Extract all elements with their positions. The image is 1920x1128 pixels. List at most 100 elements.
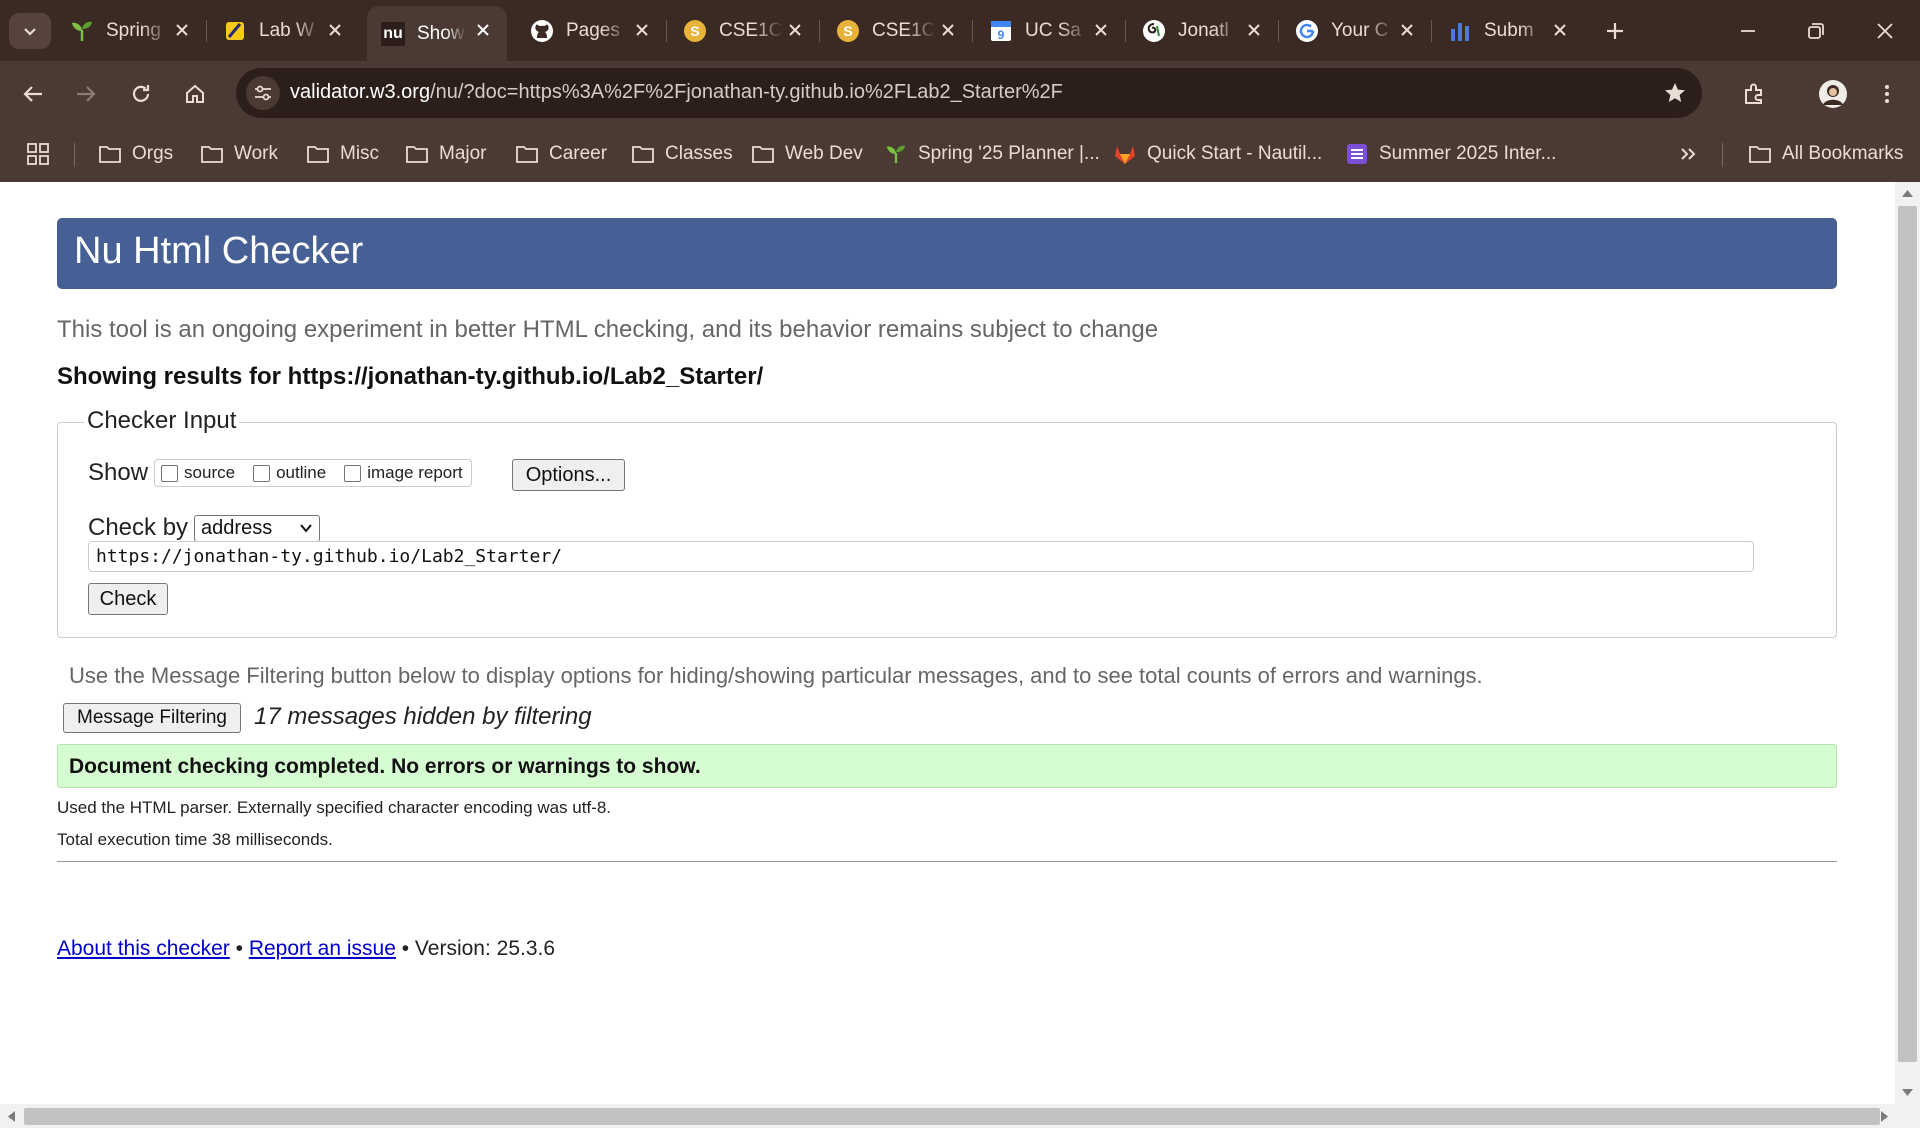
all-bookmarks-label: All Bookmarks [1782,143,1904,164]
page-title: Nu Html Checker [74,230,364,272]
tab-search-button[interactable] [9,13,51,49]
tab-your[interactable]: Your C [1281,6,1432,55]
extensions-button[interactable] [1737,77,1771,111]
check-by-select[interactable]: address [194,514,321,542]
bookmarks-overflow-button[interactable] [1678,137,1698,171]
bookmark-spring-planner[interactable]: Spring '25 Planner |... [884,137,1100,171]
scroll-up-icon[interactable] [1901,188,1914,198]
close-icon[interactable] [632,20,652,40]
folder-icon [515,143,539,165]
close-icon[interactable] [473,20,493,40]
bookmark-label: Work [234,143,278,164]
close-icon[interactable] [1244,20,1264,40]
all-bookmarks-button[interactable]: All Bookmarks [1748,137,1903,171]
tab-subm[interactable]: Subm [1434,6,1584,55]
coin-s-icon: S [683,19,707,43]
report-issue-link[interactable]: Report an issue [249,937,396,960]
folder-icon [98,143,122,165]
apps-button[interactable] [26,137,50,171]
tab-title: Spring [106,19,161,41]
results-heading: Showing results for https://jonathan-ty.… [57,363,764,390]
bookmark-folder-career[interactable]: Career [515,137,607,171]
tune-icon [255,85,271,101]
bookmark-folder-work[interactable]: Work [200,137,278,171]
close-icon[interactable] [1550,20,1570,40]
vertical-scrollbar[interactable] [1895,182,1920,1104]
folder-icon [1748,143,1772,165]
checkbox-label: image report [367,463,463,482]
tab-show-active[interactable]: nu Show [367,6,507,61]
tab-title: Your C [1331,19,1389,41]
vertical-scroll-thumb[interactable] [1898,206,1917,1062]
checkbox-label: outline [276,463,327,482]
bookmark-folder-orgs[interactable]: Orgs [98,137,173,171]
check-button[interactable]: Check [88,583,168,615]
new-tab-button[interactable] [1600,16,1630,46]
plus-icon [1607,23,1623,39]
bookmark-folder-web-dev[interactable]: Web Dev [751,137,863,171]
image-report-checkbox[interactable]: image report [344,463,463,483]
close-icon[interactable] [785,20,805,40]
bookmark-summer-2025[interactable]: Summer 2025 Inter... [1345,137,1556,171]
about-link[interactable]: About this checker [57,937,230,960]
home-button[interactable] [178,77,212,111]
horizontal-scroll-thumb[interactable] [24,1108,1880,1125]
options-button[interactable]: Options... [512,459,625,491]
bookmark-label: Major [439,143,487,164]
tab-lab[interactable]: Lab W [209,6,359,55]
minimize-button[interactable] [1731,14,1765,48]
reload-button[interactable] [124,77,158,111]
gitlab-icon [1113,143,1137,165]
forward-button[interactable] [69,77,103,111]
show-checkbox-group: source outline image report [154,459,472,487]
bookmark-label: Misc [340,143,380,164]
close-icon[interactable] [1397,20,1417,40]
tab-title: Show [417,22,465,44]
list-icon [1345,143,1369,165]
bookmark-folder-misc[interactable]: Misc [306,137,379,171]
close-icon[interactable] [325,20,345,40]
tab-cse-1[interactable]: S CSE1C [669,6,820,55]
profile-avatar[interactable] [1816,77,1850,111]
scroll-down-icon[interactable] [1901,1088,1914,1098]
close-icon[interactable] [1091,20,1111,40]
tab-jonath[interactable]: Jonatl [1128,6,1279,55]
sprout-icon [884,143,908,165]
site-info-button[interactable] [246,76,280,110]
bookmark-star-button[interactable] [1662,80,1688,106]
tab-pages[interactable]: Pages [516,6,667,55]
close-icon[interactable] [938,20,958,40]
back-button[interactable] [16,77,50,111]
tab-spring[interactable]: Spring [56,6,207,55]
close-window-button[interactable] [1868,14,1902,48]
page-header: Nu Html Checker [57,218,1837,289]
outline-checkbox[interactable]: outline [253,463,326,483]
bookmark-folder-major[interactable]: Major [405,137,487,171]
document-url-input[interactable]: https://jonathan-ty.github.io/Lab2_Start… [88,541,1754,572]
address-bar[interactable]: validator.w3.org/nu/?doc=https%3A%2F%2Fj… [236,68,1702,118]
scroll-right-icon[interactable] [1880,1110,1890,1123]
horizontal-scrollbar[interactable] [0,1104,1920,1128]
checkbox-box[interactable] [344,464,362,482]
checker-input-legend: Checker Input [84,407,240,435]
scroll-left-icon[interactable] [6,1110,16,1123]
bookmark-quick-start[interactable]: Quick Start - Nautil... [1113,137,1322,171]
reload-icon [132,85,150,102]
tab-title: Subm [1484,19,1534,41]
close-icon[interactable] [172,20,192,40]
message-filtering-button[interactable]: Message Filtering [63,703,241,733]
checkbox-box[interactable] [161,464,179,482]
tab-cse-2[interactable]: S CSE1C [822,6,973,55]
tab-uc-sa[interactable]: 9 UC Sa [975,6,1126,55]
google-icon [1295,19,1319,43]
folder-icon [306,143,330,165]
source-checkbox[interactable]: source [161,463,235,483]
menu-button[interactable] [1870,77,1904,111]
page-content: Nu Html Checker This tool is an ongoing … [0,182,1895,1104]
restore-button[interactable] [1799,14,1833,48]
parser-info: Used the HTML parser. Externally specifi… [57,798,612,817]
chevron-down-icon [300,524,312,533]
checkbox-box[interactable] [253,464,271,482]
folder-icon [200,143,224,165]
bookmark-folder-classes[interactable]: Classes [631,137,733,171]
